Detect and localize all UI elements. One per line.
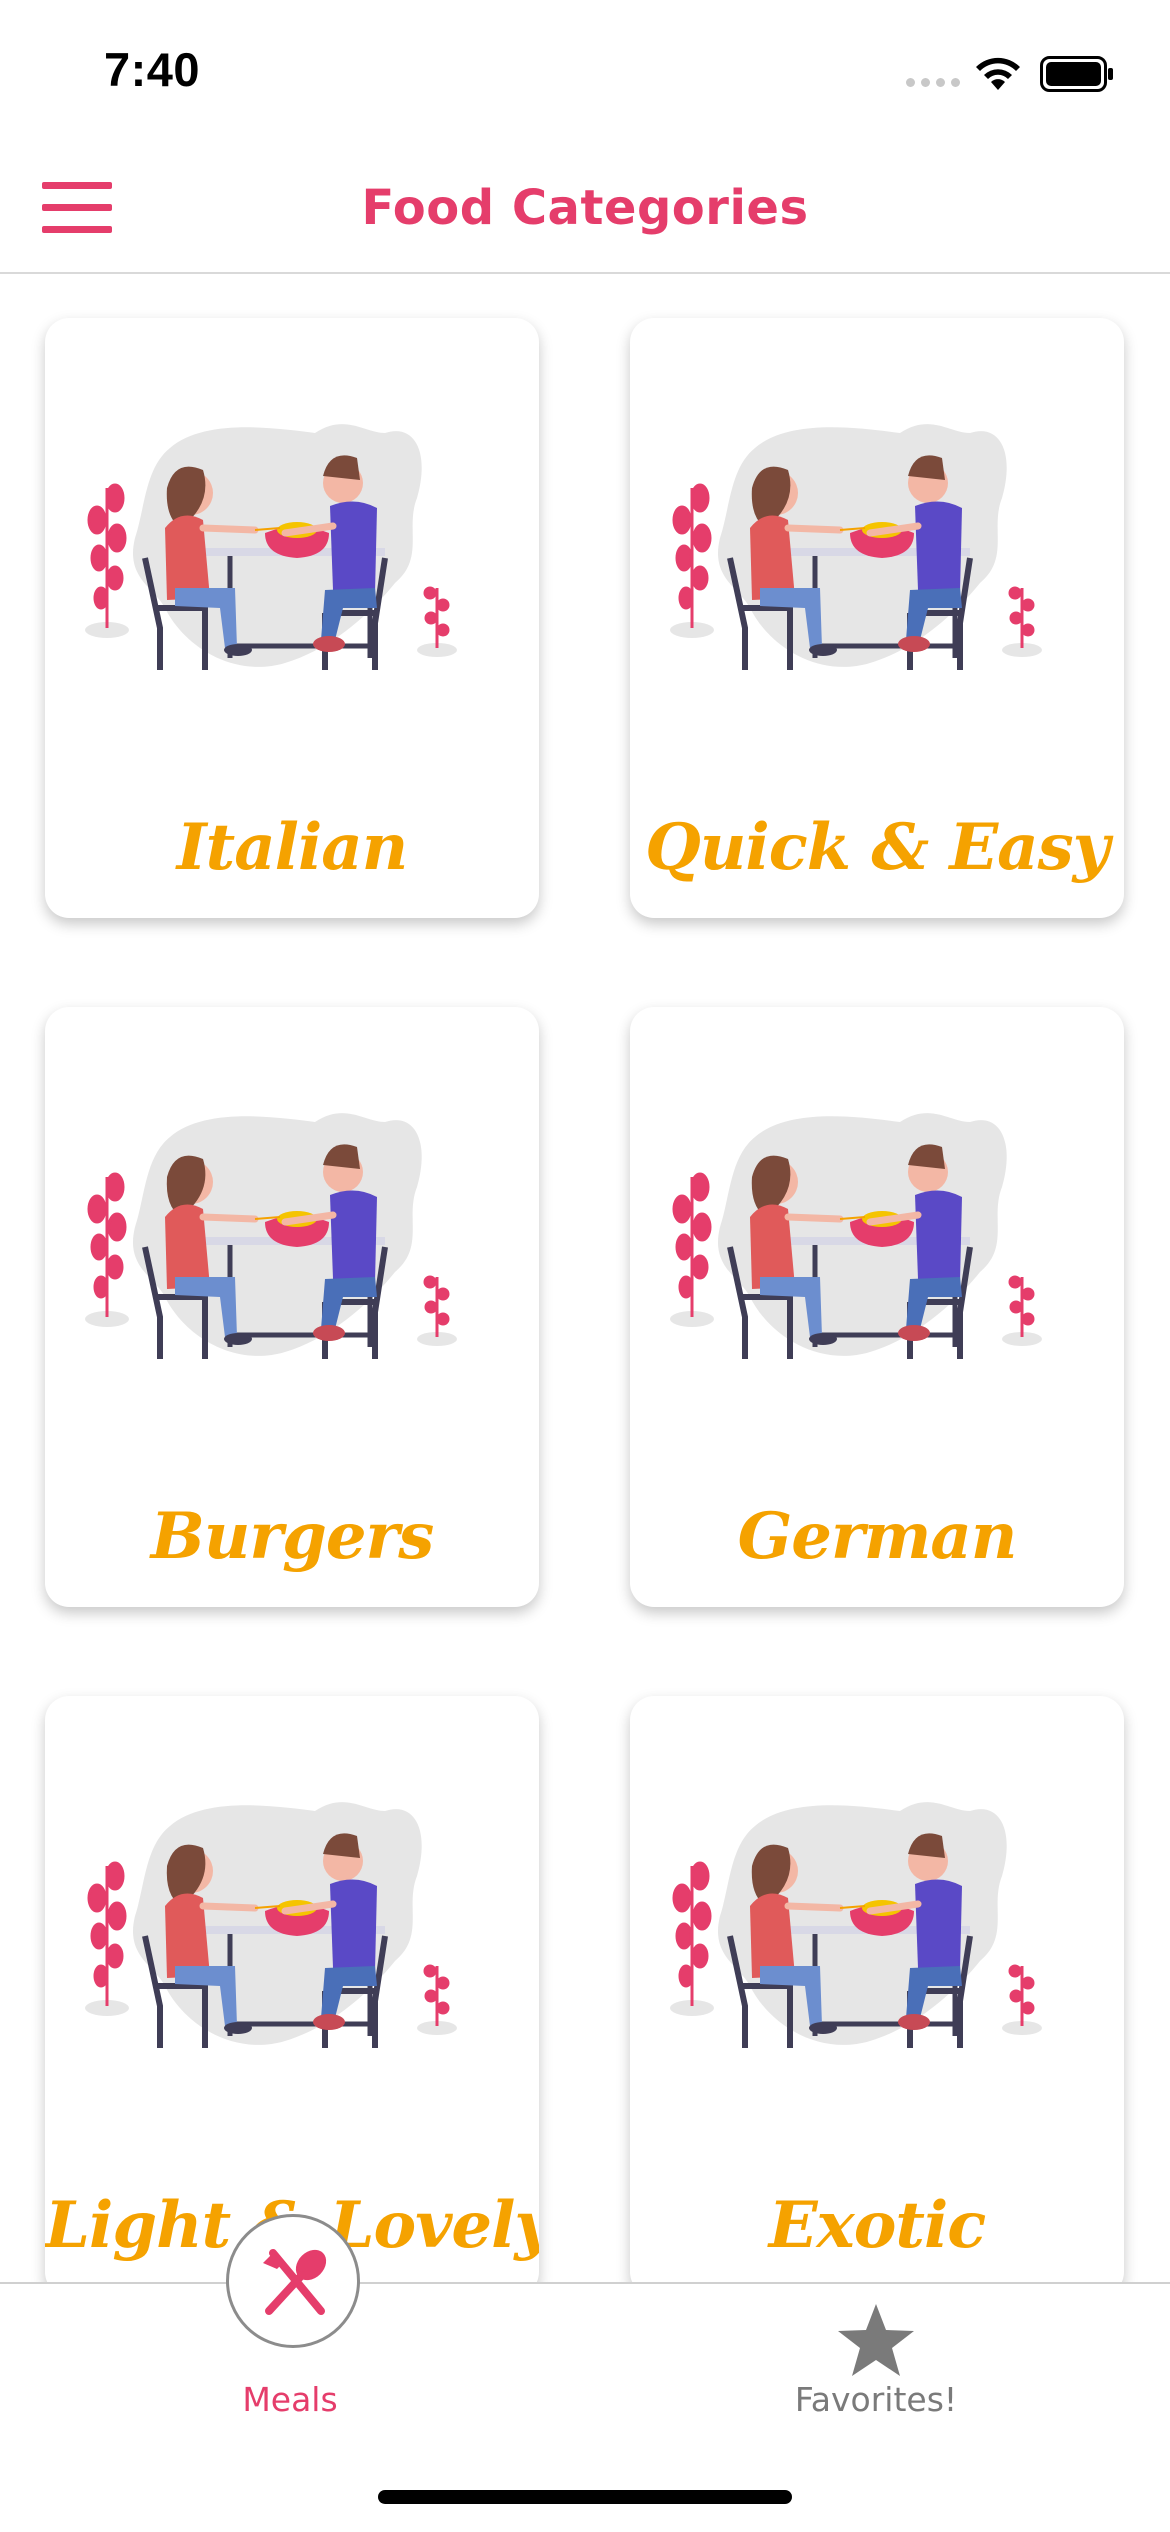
cellular-dots-icon <box>906 78 960 87</box>
nav-label-favorites: Favorites! <box>794 2380 958 2419</box>
star-icon <box>838 2304 914 2376</box>
fork-spoon-icon <box>263 2249 327 2315</box>
category-card-italian[interactable]: Italian <box>45 318 539 918</box>
dinner-illustration <box>670 1097 1084 1397</box>
category-card-exotic[interactable]: Exotic <box>630 1696 1124 2282</box>
category-grid: Italian Quick & Easy Burgers German Ligh… <box>0 276 1170 2282</box>
wifi-icon <box>976 57 1020 90</box>
status-bar: 7:40 <box>0 0 1170 150</box>
dinner-illustration <box>670 1786 1084 2086</box>
nav-item-favorites[interactable]: Favorites! <box>780 2284 980 2434</box>
dinner-illustration <box>85 408 499 708</box>
dinner-illustration <box>670 408 1084 708</box>
nav-item-meals[interactable]: Meals <box>190 2214 390 2434</box>
dinner-illustration <box>85 1097 499 1397</box>
battery-icon <box>1040 56 1113 92</box>
home-indicator <box>378 2490 792 2504</box>
dinner-illustration <box>85 1786 499 2086</box>
category-label: Exotic <box>768 2188 986 2263</box>
meals-active-bubble <box>226 2214 360 2348</box>
page-title: Food Categories <box>361 180 809 236</box>
category-label: Burgers <box>150 1499 435 1574</box>
app-bar: Food Categories <box>0 150 1170 274</box>
nav-label-meals: Meals <box>242 2380 338 2419</box>
category-label: Italian <box>176 810 409 885</box>
status-time: 7:40 <box>104 43 201 96</box>
category-label: Quick & Easy <box>645 810 1110 885</box>
category-card-german[interactable]: German <box>630 1007 1124 1607</box>
category-card-burgers[interactable]: Burgers <box>45 1007 539 1607</box>
category-card-light-lovely[interactable]: Light & Lovely <box>45 1696 539 2282</box>
category-label: German <box>737 1499 1018 1574</box>
category-card-quick-easy[interactable]: Quick & Easy <box>630 318 1124 918</box>
